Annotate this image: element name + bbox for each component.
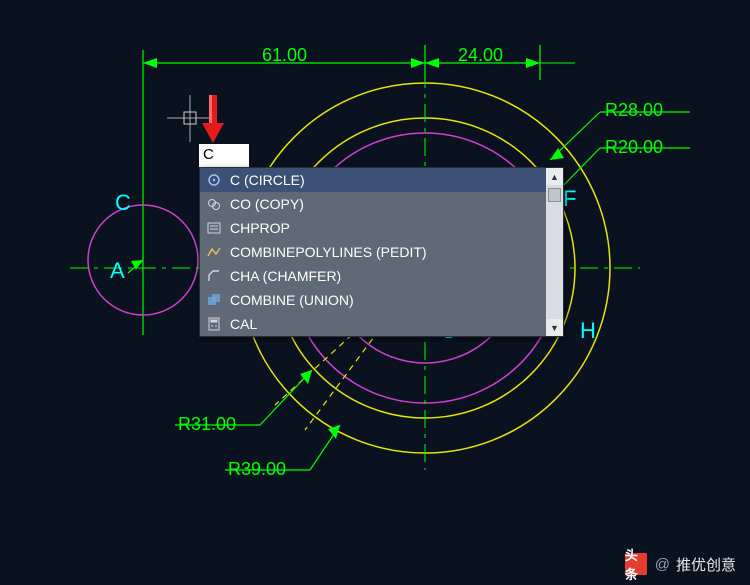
point-h: H [580,318,596,344]
autocomplete-popup: C (CIRCLE) CO (COPY) CHPROP COMBINEPOLYL… [199,167,564,337]
ac-item-chamfer[interactable]: CHA (CHAMFER) [200,264,563,288]
circle-icon [206,172,222,188]
calculator-icon [206,316,222,332]
scroll-down-icon[interactable]: ▼ [546,319,563,336]
properties-icon [206,220,222,236]
chamfer-icon [206,268,222,284]
credit-name: 推优创意 [676,554,736,575]
credit-footer: 头条 @ 推优创意 [625,553,736,575]
dim-24: 24.00 [458,45,503,66]
autocomplete-scrollbar[interactable]: ▲ ▼ [546,168,563,336]
ac-label: COMBINE (UNION) [230,292,354,308]
radius-28: R28.00 [605,100,663,121]
ac-label: CO (COPY) [230,196,304,212]
point-c: C [115,190,131,216]
ac-item-combinepolylines[interactable]: COMBINEPOLYLINES (PEDIT) [200,240,563,264]
copy-icon [206,196,222,212]
scroll-thumb[interactable] [548,188,561,202]
ac-label: C (CIRCLE) [230,172,305,188]
ac-item-circle[interactable]: C (CIRCLE) [200,168,563,192]
ac-label: COMBINEPOLYLINES (PEDIT) [230,244,427,260]
dim-61: 61.00 [262,45,307,66]
ac-item-chprop[interactable]: CHPROP [200,216,563,240]
cad-canvas[interactable]: 61.00 24.00 R28.00 R20.00 R31.00 R39.00 … [0,0,750,585]
ac-item-copy[interactable]: CO (COPY) [200,192,563,216]
command-input[interactable]: C [199,144,249,167]
point-f: F [563,186,576,212]
ac-item-combine[interactable]: COMBINE (UNION) [200,288,563,312]
credit-at: @ [655,556,670,573]
point-a: A [110,258,125,284]
ac-label: CHA (CHAMFER) [230,268,341,284]
radius-39: R39.00 [228,459,286,480]
radius-31: R31.00 [178,414,236,435]
polyline-icon [206,244,222,260]
red-arrow-indicator [202,95,224,145]
radius-20: R20.00 [605,137,663,158]
ac-label: CAL [230,316,257,332]
scroll-up-icon[interactable]: ▲ [546,168,563,185]
ac-item-cal[interactable]: CAL [200,312,563,336]
union-icon [206,292,222,308]
ac-label: CHPROP [230,220,290,236]
toutiao-logo: 头条 [625,553,647,575]
